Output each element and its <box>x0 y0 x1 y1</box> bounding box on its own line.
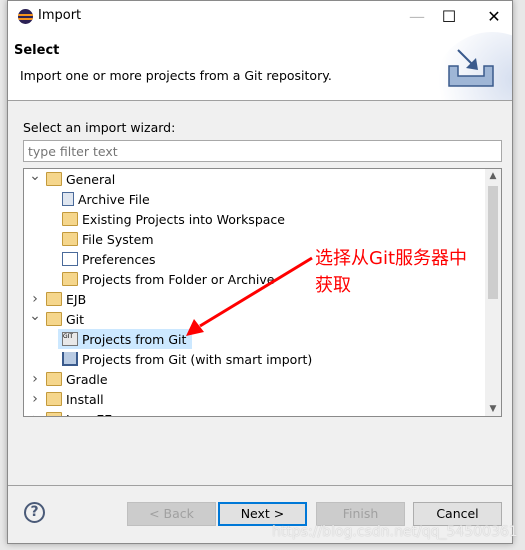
annotation-line-2: 获取 <box>315 275 351 296</box>
annotation-text: 选择从Git服务器中 获取 <box>315 245 467 299</box>
watermark: https://blog.csdn.net/qq_54500361 <box>272 524 518 540</box>
annotation-line-1: 选择从Git服务器中 <box>315 248 468 269</box>
